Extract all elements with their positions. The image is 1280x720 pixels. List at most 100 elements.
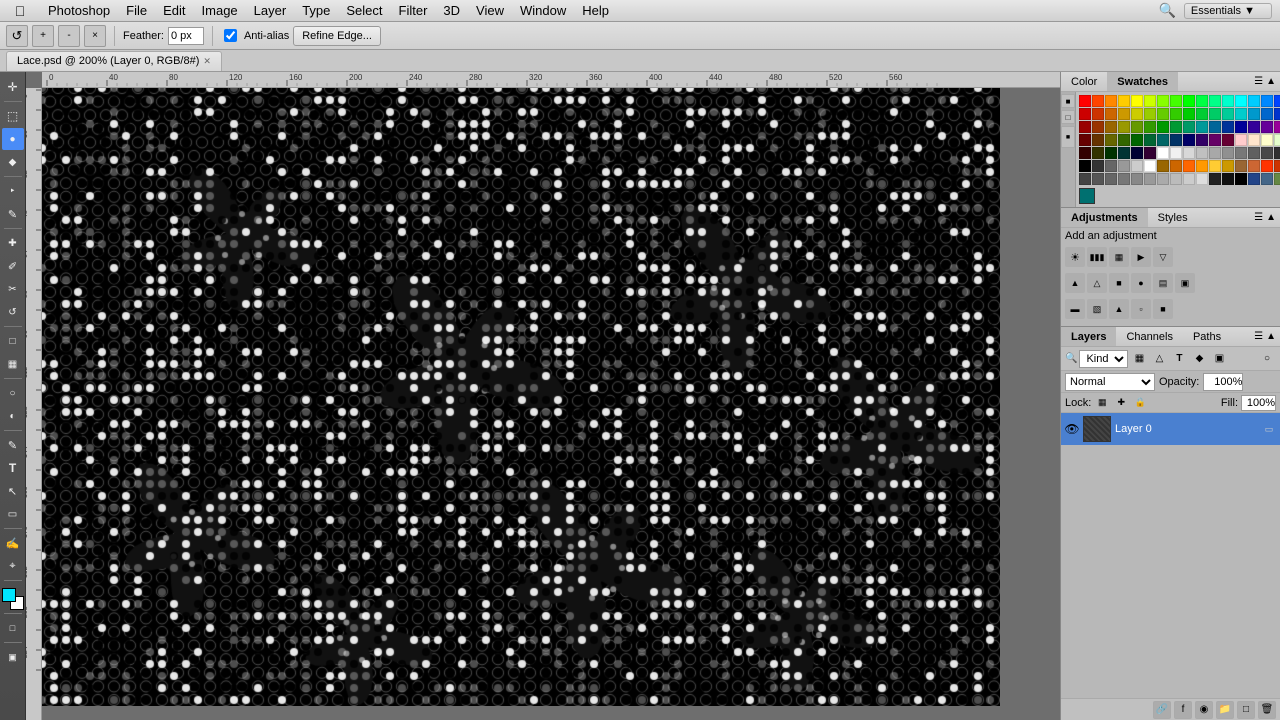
workspace-selector[interactable]: Essentials ▼ — [1184, 3, 1272, 19]
gradient-tool[interactable]: ▦ — [2, 353, 24, 375]
add-mask-icon[interactable]: ◉ — [1195, 701, 1213, 719]
color-swatch[interactable] — [1170, 147, 1182, 159]
color-swatch[interactable] — [1222, 147, 1234, 159]
color-swatch[interactable] — [1105, 134, 1117, 146]
color-swatch[interactable] — [1144, 95, 1156, 107]
type-filter-icon[interactable]: T — [1170, 350, 1188, 368]
menu-help[interactable]: Help — [574, 1, 617, 20]
color-swatch[interactable] — [1157, 121, 1169, 133]
color-balance-adj-icon[interactable]: △ — [1087, 273, 1107, 293]
brush-tool[interactable]: ✐ — [2, 255, 24, 277]
new-layer-icon[interactable]: □ — [1237, 701, 1255, 719]
menu-layer[interactable]: Layer — [246, 1, 295, 20]
path-select-tool[interactable]: ↖ — [2, 480, 24, 502]
color-swatch[interactable] — [1079, 160, 1091, 172]
shape-filter-icon[interactable]: ◆ — [1190, 350, 1208, 368]
rectangle-tool[interactable]: ▭ — [2, 503, 24, 525]
photo-filter-adj-icon[interactable]: ● — [1131, 273, 1151, 293]
color-tab[interactable]: Color — [1061, 72, 1107, 91]
color-swatch[interactable] — [1235, 160, 1247, 172]
lock-move-icon[interactable]: ✚ — [1113, 395, 1129, 411]
zoom-tool[interactable]: ⌖ — [2, 555, 24, 577]
color-swatch[interactable] — [1131, 95, 1143, 107]
spot-heal-tool[interactable]: ✚ — [2, 232, 24, 254]
filter-kind-select[interactable]: Kind — [1079, 350, 1128, 368]
color-swatch[interactable] — [1209, 121, 1221, 133]
menu-type[interactable]: Type — [294, 1, 338, 20]
color-swatch[interactable] — [1105, 121, 1117, 133]
color-swatch[interactable] — [1105, 108, 1117, 120]
color-swatch[interactable] — [1079, 173, 1091, 185]
color-swatch[interactable] — [1235, 108, 1247, 120]
color-swatch[interactable] — [1079, 121, 1091, 133]
menu-filter[interactable]: Filter — [391, 1, 436, 20]
posterize-adj-icon[interactable]: ▧ — [1087, 299, 1107, 319]
smartobj-filter-icon[interactable]: ▣ — [1210, 350, 1228, 368]
color-swatch[interactable] — [1118, 160, 1130, 172]
color-swatch[interactable] — [1235, 147, 1247, 159]
menu-photoshop[interactable]: Photoshop — [40, 1, 118, 20]
teal-swatch[interactable] — [1079, 188, 1095, 204]
color-swatch[interactable] — [1079, 108, 1091, 120]
color-swatch[interactable] — [1222, 173, 1234, 185]
color-swatch[interactable] — [1183, 147, 1195, 159]
pen-tool[interactable]: ✎ — [2, 434, 24, 456]
color-swatch[interactable] — [1196, 108, 1208, 120]
color-swatch[interactable] — [1235, 134, 1247, 146]
color-swatch[interactable] — [1105, 147, 1117, 159]
menu-view[interactable]: View — [468, 1, 512, 20]
opacity-input[interactable] — [1203, 373, 1243, 391]
color-swatch[interactable] — [1170, 134, 1182, 146]
adj-panel-menu-icon[interactable]: ☰ — [1254, 212, 1263, 223]
antialias-checkbox[interactable] — [224, 29, 237, 42]
color-swatch[interactable] — [1118, 108, 1130, 120]
swatches-tab[interactable]: Swatches — [1107, 72, 1178, 91]
color-swatch[interactable] — [1196, 95, 1208, 107]
color-swatch[interactable] — [1118, 173, 1130, 185]
lock-pixels-icon[interactable]: ▦ — [1094, 395, 1110, 411]
color-swatch[interactable] — [1274, 173, 1280, 185]
color-swatch[interactable] — [1157, 108, 1169, 120]
type-tool[interactable]: T — [2, 457, 24, 479]
move-tool[interactable]: ✛ — [2, 76, 24, 98]
color-swatch[interactable] — [1105, 95, 1117, 107]
color-swatch[interactable] — [1196, 134, 1208, 146]
color-swatch[interactable] — [1118, 121, 1130, 133]
invert-adj-icon[interactable]: ▬ — [1065, 299, 1085, 319]
color-swatch[interactable] — [1248, 173, 1260, 185]
menu-3d[interactable]: 3D — [435, 1, 468, 20]
color-swatch[interactable] — [1261, 95, 1273, 107]
selective-color-adj-icon[interactable]: ■ — [1153, 299, 1173, 319]
color-swatch[interactable] — [1183, 108, 1195, 120]
color-swatch[interactable] — [1157, 134, 1169, 146]
color-swatch[interactable] — [1274, 160, 1280, 172]
color-swatch[interactable] — [1105, 173, 1117, 185]
new-group-icon[interactable]: 📁 — [1216, 701, 1234, 719]
color-swatch[interactable] — [1092, 121, 1104, 133]
channel-mixer-adj-icon[interactable]: ▤ — [1153, 273, 1173, 293]
color-swatch[interactable] — [1183, 95, 1195, 107]
color-indicator[interactable] — [2, 588, 24, 610]
blur-tool[interactable]: ○ — [2, 382, 24, 404]
color-swatch[interactable] — [1209, 108, 1221, 120]
canvas-container[interactable] — [42, 88, 1060, 720]
color-swatch[interactable] — [1261, 147, 1273, 159]
foreground-color-swatch[interactable] — [2, 588, 16, 602]
color-swatch[interactable] — [1170, 173, 1182, 185]
lasso-tool-icon[interactable]: ↺ — [6, 25, 28, 47]
color-swatch[interactable] — [1144, 134, 1156, 146]
color-swatch[interactable] — [1235, 95, 1247, 107]
side-icon-1[interactable]: ■ — [1061, 94, 1075, 108]
history-brush-tool[interactable]: ↺ — [2, 301, 24, 323]
delete-layer-icon[interactable]: 🗑 — [1258, 701, 1276, 719]
channels-tab[interactable]: Channels — [1116, 327, 1182, 346]
color-swatch[interactable] — [1235, 121, 1247, 133]
layers-panel-menu-icon[interactable]: ☰ — [1254, 331, 1263, 342]
screen-mode-button[interactable]: ▣ — [2, 646, 24, 668]
menu-edit[interactable]: Edit — [155, 1, 193, 20]
feather-input[interactable] — [168, 27, 204, 45]
vibrance-adj-icon[interactable]: ▽ — [1153, 247, 1173, 267]
eyedropper-tool[interactable]: ✎ — [2, 203, 24, 225]
color-swatch[interactable] — [1157, 173, 1169, 185]
color-swatch[interactable] — [1131, 147, 1143, 159]
